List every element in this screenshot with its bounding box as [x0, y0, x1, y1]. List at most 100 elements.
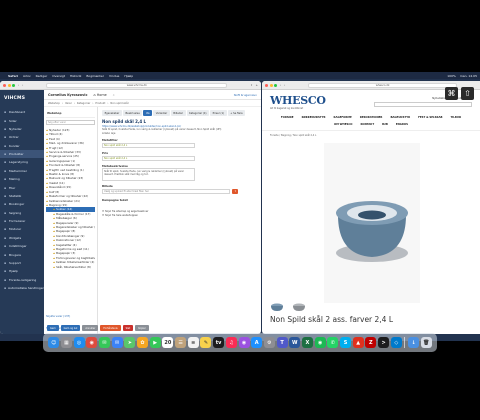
- sidebar-item[interactable]: ▪ Produkter: [0, 149, 44, 159]
- menu-item[interactable]: Arkiv: [23, 74, 31, 78]
- zoom-window-button[interactable]: [12, 83, 15, 87]
- product-thumbnail[interactable]: [270, 298, 284, 311]
- menu-item[interactable]: Rediger: [36, 74, 48, 78]
- hide-shop-checkbox[interactable]: ☐ Skjul fra hele webshoppen: [102, 214, 257, 218]
- appstore-icon[interactable]: A: [251, 337, 263, 348]
- hidden-products-link[interactable]: Skjulte varer (137): [46, 315, 70, 318]
- close-window-button[interactable]: [3, 83, 6, 87]
- sidebar-item[interactable]: ▪ Support: [0, 259, 44, 267]
- settings-icon[interactable]: ⚙: [263, 337, 275, 348]
- editor-tab[interactable]: Egenskaber: [102, 110, 122, 117]
- action-button[interactable]: Gem: [47, 325, 59, 331]
- contacts-icon[interactable]: ☰: [175, 337, 187, 348]
- launchpad-icon[interactable]: ▦: [60, 337, 72, 348]
- breadcrumb-item[interactable]: Produkt: [95, 102, 105, 105]
- sidebar-item[interactable]: ▪ Kunder: [0, 142, 44, 150]
- reminders-icon[interactable]: ≡: [187, 337, 199, 348]
- grid-icon[interactable]: ⌘: [445, 87, 458, 100]
- spotify-icon[interactable]: ◉: [314, 337, 326, 348]
- sidebar-item[interactable]: ▪ Sider: [0, 116, 44, 124]
- acrobat-icon[interactable]: ▲: [352, 337, 364, 348]
- share-icon[interactable]: ⇪: [250, 83, 252, 87]
- sidebar-item[interactable]: ▪ Hjælp: [0, 267, 44, 275]
- sidebar-item[interactable]: ▪ Bookinger: [0, 200, 44, 208]
- new-tab-icon[interactable]: +: [256, 83, 258, 87]
- sidebar-item[interactable]: ▪ Filer: [0, 183, 44, 191]
- image-upload-field[interactable]: Vælg og upload fil eller træk filen her: [102, 189, 231, 195]
- messages-icon[interactable]: ✉: [98, 337, 110, 348]
- action-button[interactable]: Annuller: [82, 325, 99, 331]
- menu-item[interactable]: Historik: [70, 74, 81, 78]
- sidebar-item[interactable]: ▪ Brugere: [0, 250, 44, 258]
- editor-tab[interactable]: Varianter: [153, 110, 170, 117]
- home-link[interactable]: ⌂ Home: [93, 93, 106, 97]
- sidebar-item[interactable]: ▪ Indstillinger: [0, 242, 44, 250]
- safari-icon[interactable]: ◎: [73, 337, 85, 348]
- shop-nav-item[interactable]: B2B: [382, 123, 388, 126]
- shop-nav-item[interactable]: KAGEFORME: [333, 116, 351, 119]
- editor-tab[interactable]: Billeder: [170, 110, 186, 117]
- menu-item[interactable]: Safari: [8, 74, 18, 78]
- price-input[interactable]: Non spild skål 2,4 L: [102, 156, 195, 162]
- sidebar-item[interactable]: ▪ Moduler: [0, 225, 44, 233]
- sidebar-item[interactable]: ▪ Widgets: [0, 234, 44, 242]
- action-button[interactable]: Slet: [122, 325, 134, 331]
- sidebar-item[interactable]: ▪ Mailing: [0, 175, 44, 183]
- filezilla-icon[interactable]: Z: [365, 337, 377, 348]
- notes-icon[interactable]: ✎: [200, 337, 212, 348]
- forward-icon[interactable]: ›: [284, 83, 285, 87]
- action-button[interactable]: Gem og luk: [60, 325, 81, 331]
- shop-nav-item[interactable]: FORSIDE: [281, 116, 294, 119]
- address-bar[interactable]: www.vihcms.dk: [46, 82, 228, 88]
- close-window-button[interactable]: [265, 83, 268, 87]
- back-icon[interactable]: ‹: [18, 83, 19, 87]
- shop-nav-item[interactable]: BAGEUDSTYR: [390, 116, 410, 119]
- shop-nav-item[interactable]: ENGROS: [396, 123, 408, 126]
- terminal-icon[interactable]: >: [378, 337, 390, 348]
- maps-icon[interactable]: ➤: [124, 337, 136, 348]
- downloads-icon[interactable]: ↓: [408, 337, 420, 348]
- sidebar-item[interactable]: ▪ Nyheder: [0, 125, 44, 133]
- podcasts-icon[interactable]: ◉: [238, 337, 250, 348]
- product-image[interactable]: [324, 143, 420, 303]
- action-button[interactable]: Kopier: [135, 325, 149, 331]
- sidebar-item[interactable]: ▪ Lagerstyring: [0, 158, 44, 166]
- sidebar-item[interactable]: ▪ Automatiske handlinger: [0, 284, 44, 292]
- photos-icon[interactable]: ✿: [137, 337, 148, 348]
- zoom-window-button[interactable]: [274, 83, 277, 87]
- shop-logo[interactable]: WHESCO Alt til bageriet og konditoriet: [270, 94, 326, 110]
- upload-button[interactable]: ⇧: [232, 189, 239, 195]
- sidebar-item[interactable]: ▪ Søgning: [0, 209, 44, 217]
- word-icon[interactable]: W: [289, 337, 301, 348]
- minimize-window-button[interactable]: [7, 83, 11, 87]
- tree-subrow[interactable]: ▰ Skål, tilbehørsartikler (8): [46, 265, 95, 269]
- breadcrumb-item[interactable]: Non spild skål: [110, 102, 128, 105]
- shop-nav-item[interactable]: OM WHESCO: [334, 123, 352, 126]
- shop-nav-item[interactable]: FEST & SELSKAB: [418, 116, 442, 119]
- music-icon[interactable]: ♫: [225, 337, 237, 348]
- calendar-icon[interactable]: 20: [162, 337, 174, 348]
- sidebar-item[interactable]: ▪ Dashboard: [0, 108, 44, 116]
- minimize-window-button[interactable]: [269, 83, 273, 87]
- shop-nav-item[interactable]: KØKKENUDSTYR: [302, 116, 326, 119]
- breadcrumb-item[interactable]: Webshop: [48, 102, 60, 105]
- menu-item[interactable]: Hjælp: [124, 74, 133, 78]
- upload-icon[interactable]: ⇧: [461, 87, 474, 100]
- editor-tab[interactable]: Vis: [143, 110, 153, 117]
- shop-nav-item[interactable]: TILBUD: [451, 116, 462, 119]
- trash-icon[interactable]: 🗑: [420, 337, 432, 348]
- teams-icon[interactable]: T: [276, 337, 288, 348]
- clock[interactable]: man. 14.05: [460, 74, 477, 78]
- facetime-icon[interactable]: ▶: [149, 337, 161, 348]
- sidebar-item[interactable]: ▪ Medlemmer: [0, 167, 44, 175]
- shop-nav-item[interactable]: DEKORATIONER: [360, 116, 383, 119]
- shop-search-input[interactable]: [373, 102, 472, 107]
- breadcrumb-item[interactable]: Varer: [65, 102, 72, 105]
- editor-tab[interactable]: + Se flere: [227, 110, 246, 117]
- meta-title-input[interactable]: Non spild skål 2,4 L: [102, 143, 195, 149]
- menu-item[interactable]: Oversigt: [52, 74, 65, 78]
- chrome-icon[interactable]: ◉: [86, 337, 98, 348]
- editor-tab[interactable]: Kategorier (4): [186, 110, 210, 117]
- site-name[interactable]: Cornelius Kyroszovic: [48, 93, 87, 97]
- excel-icon[interactable]: X: [301, 337, 313, 348]
